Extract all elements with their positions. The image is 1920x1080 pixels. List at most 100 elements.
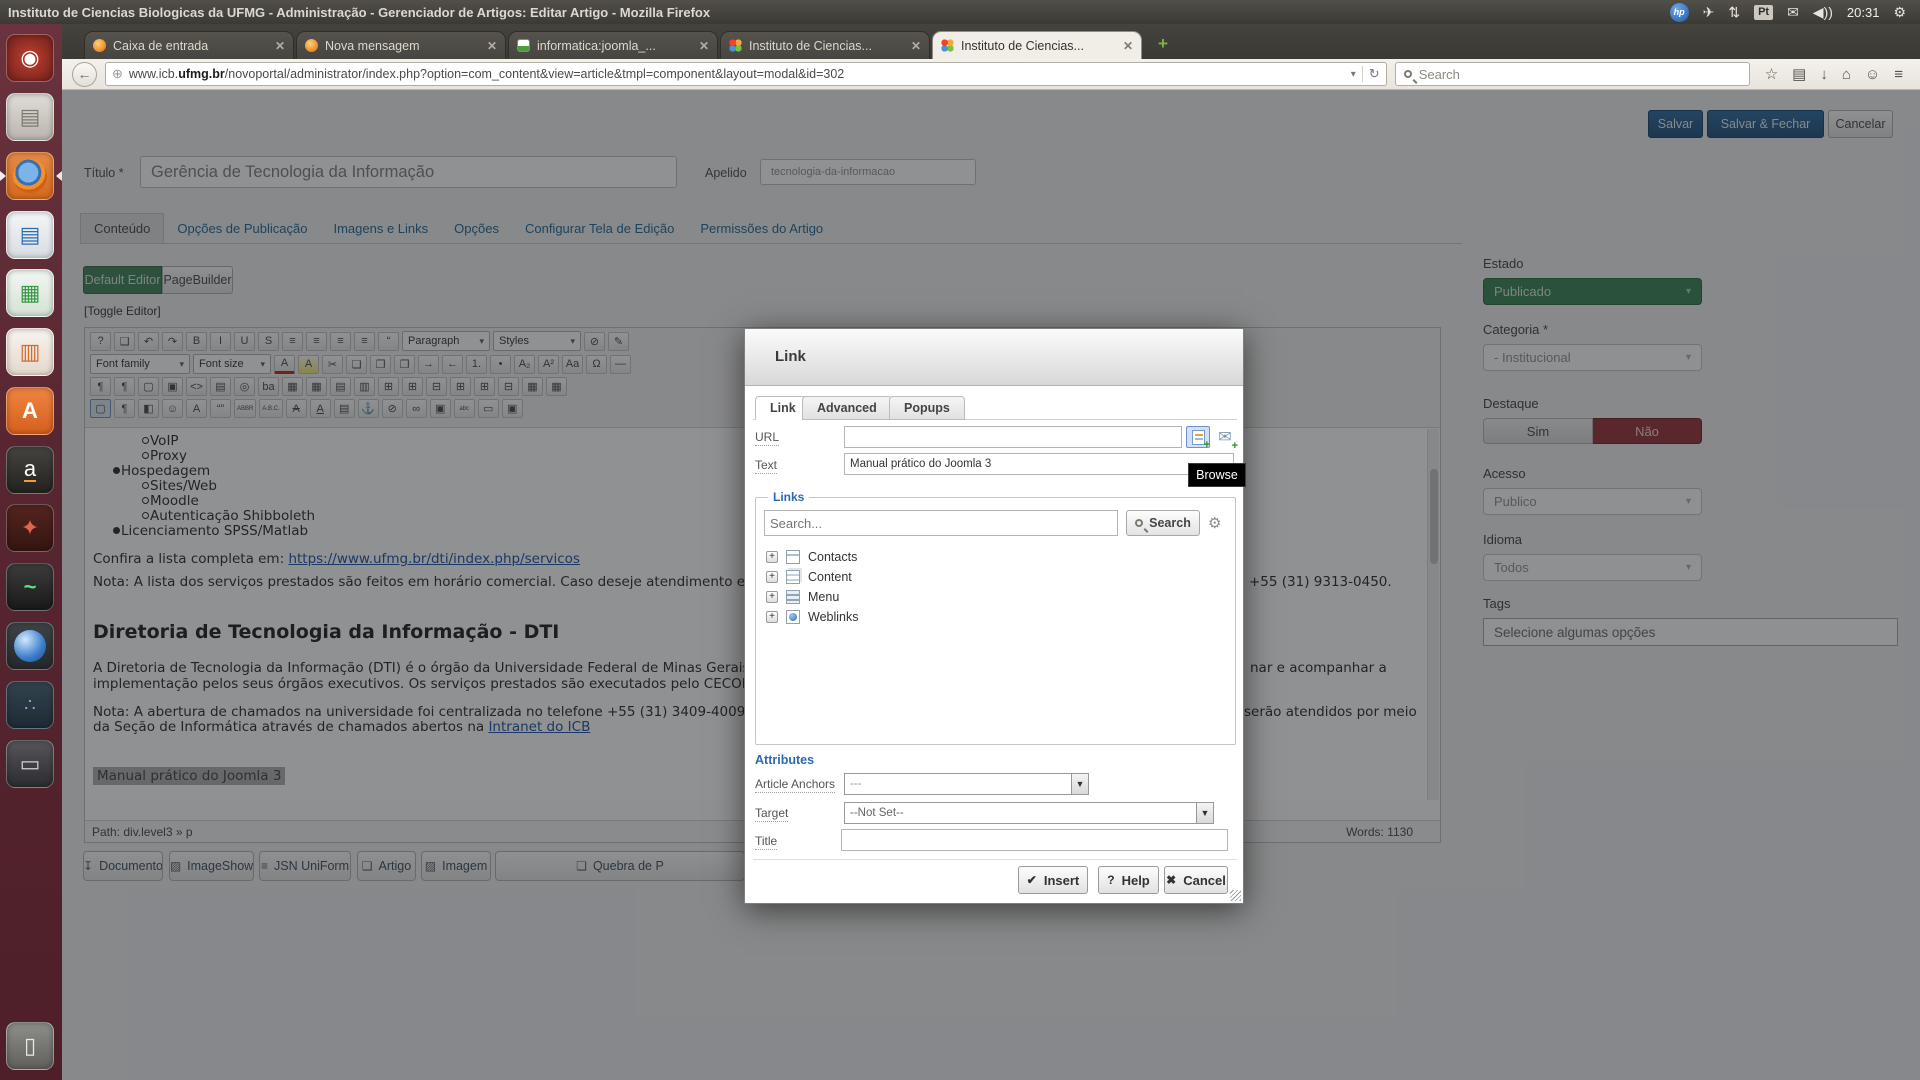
attributes-legend: Attributes — [755, 753, 814, 767]
url-text[interactable]: www.icb.ufmg.br/novoportal/administrator… — [129, 67, 1345, 81]
browser-tab-1[interactable]: Nova mensagem ✕ — [296, 31, 506, 59]
links-fieldset: Links Search ⚙ +Contacts+Content+Menu+We… — [755, 497, 1236, 745]
doc-tab-icon — [517, 39, 530, 52]
url-dropdown-icon[interactable]: ▾ — [1351, 69, 1356, 80]
close-icon[interactable]: ✕ — [911, 39, 921, 53]
dialog-cancel-button[interactable]: ✖ Cancel — [1164, 866, 1228, 894]
launcher-item-libreoffice-calc[interactable]: ▦ — [6, 269, 54, 317]
browser-tab-4[interactable]: Instituto de Ciencias... ✕ — [932, 31, 1142, 59]
bookmarks-menu-icon[interactable]: ▤ — [1785, 65, 1813, 83]
active-app-arrow — [0, 171, 6, 181]
home-icon[interactable]: ⌂ — [1835, 66, 1858, 83]
tree-item-contacts[interactable]: +Contacts — [766, 550, 857, 564]
launcher-item-libreoffice-impress[interactable]: ▥ — [6, 328, 54, 376]
insert-button[interactable]: ✔ Insert — [1018, 866, 1088, 894]
url-input[interactable] — [844, 426, 1182, 448]
launcher-item-network-tool[interactable]: ∴ — [6, 681, 54, 729]
new-tab-button[interactable]: + — [1148, 33, 1178, 57]
launcher-item-amazon[interactable]: a — [6, 446, 54, 494]
dialog-title: Link — [745, 329, 1243, 365]
launcher-item-file-manager[interactable]: ▤ — [6, 93, 54, 141]
hello-chat-icon[interactable]: ☺ — [1858, 66, 1887, 83]
hamburger-menu-icon[interactable]: ≡ — [1887, 66, 1910, 83]
back-button[interactable]: ← — [72, 62, 97, 87]
focused-app-arrow — [56, 171, 62, 181]
site-globe-icon: ⊕ — [112, 66, 123, 82]
launcher-item-software-center[interactable]: A — [6, 387, 54, 435]
launcher-item-disk-utility[interactable]: ▭ — [6, 740, 54, 788]
browse-button[interactable]: + — [1186, 426, 1210, 448]
tree-item-menu[interactable]: + Menu — [766, 590, 839, 604]
browse-document-icon — [1192, 430, 1205, 445]
url-bar[interactable]: ⊕ www.icb.ufmg.br/novoportal/administrat… — [105, 62, 1387, 86]
resize-handle[interactable] — [1230, 890, 1241, 901]
tab-title: Caixa de entrada — [113, 39, 268, 53]
email-link-button[interactable]: ✉ + — [1213, 426, 1237, 448]
title-label: Title — [755, 834, 777, 850]
tab-popups[interactable]: Popups — [889, 396, 965, 420]
mail-tab-icon — [93, 39, 106, 52]
dialog-title-input[interactable] — [841, 829, 1228, 851]
anchors-label: Article Anchors — [755, 777, 835, 793]
tab-title: Instituto de Ciencias... — [961, 39, 1116, 53]
links-search-button[interactable]: Search — [1126, 510, 1200, 536]
expand-icon[interactable]: + — [766, 551, 778, 563]
tree-item-label: Menu — [808, 590, 839, 604]
clock[interactable]: 20:31 — [1847, 5, 1880, 20]
browse-tooltip: Browse — [1188, 463, 1246, 487]
links-search-input[interactable] — [764, 510, 1118, 536]
target-select[interactable]: --Not Set-- ▼ — [844, 802, 1214, 824]
keyboard-layout-indicator[interactable]: Pt — [1754, 5, 1773, 20]
tree-item-content[interactable]: + Content — [766, 570, 852, 584]
browser-search-field[interactable]: Search — [1395, 62, 1750, 86]
launcher-item-dash-home[interactable]: ◉ — [6, 34, 54, 82]
expand-icon[interactable]: + — [766, 591, 778, 603]
anchors-select[interactable]: --- ▼ — [844, 773, 1089, 795]
tab-title: informatica:joomla_... — [537, 39, 692, 53]
tree-item-label: Weblinks — [808, 610, 858, 624]
help-button[interactable]: ? Help — [1098, 866, 1159, 894]
bookmark-star-icon[interactable]: ☆ — [1758, 65, 1785, 83]
search-icon — [1404, 70, 1412, 78]
mail-tab-icon — [305, 39, 318, 52]
tab-title: Nova mensagem — [325, 39, 480, 53]
launcher-item-trash[interactable]: ▯ — [6, 1022, 54, 1070]
launcher-item-system-monitor[interactable]: ~ — [6, 563, 54, 611]
expand-icon[interactable]: + — [766, 571, 778, 583]
unity-launcher: ◉ ▤ ▤ ▦ ▥ Aa ✦ ~ ∴ ▭ ▯ — [0, 24, 62, 1080]
close-icon[interactable]: ✕ — [487, 39, 497, 53]
downloads-icon[interactable]: ↓ — [1813, 66, 1835, 83]
tab-strip: Caixa de entrada✕Nova mensagem✕informati… — [62, 24, 1920, 59]
session-gear-icon[interactable]: ⚙ — [1893, 0, 1906, 24]
reload-icon[interactable]: ↻ — [1362, 66, 1380, 82]
browser-tab-2[interactable]: informatica:joomla_... ✕ — [508, 31, 718, 59]
system-tray: hp ✈ ⇅ Pt ✉ ◀)) 20:31 ⚙ — [1670, 0, 1920, 24]
navigation-bar: ← ⊕ www.icb.ufmg.br/novoportal/administr… — [62, 59, 1920, 90]
window-title: Instituto de Ciencias Biologicas da UFMG… — [0, 5, 710, 20]
launcher-item-utility-red[interactable]: ✦ — [6, 504, 54, 552]
tab-advanced[interactable]: Advanced — [802, 396, 892, 420]
browser-tab-0[interactable]: Caixa de entrada ✕ — [84, 31, 294, 59]
close-icon[interactable]: ✕ — [699, 39, 709, 53]
target-label: Target — [755, 806, 788, 822]
launcher-item-blue-sphere-app[interactable] — [6, 622, 54, 670]
tree-item-weblinks[interactable]: + Weblinks — [766, 610, 858, 624]
gear-icon[interactable]: ⚙ — [1208, 514, 1221, 532]
url-label: URL — [755, 430, 779, 446]
launcher-item-firefox[interactable] — [6, 152, 54, 200]
x-icon: ✖ — [1166, 873, 1176, 887]
close-icon[interactable]: ✕ — [1123, 39, 1133, 53]
text-input[interactable] — [844, 453, 1234, 475]
launcher-item-libreoffice-writer[interactable]: ▤ — [6, 211, 54, 259]
volume-indicator-icon[interactable]: ◀)) — [1813, 0, 1833, 24]
dialog-header[interactable]: Link — [745, 329, 1243, 386]
tree-item-label: Content — [808, 570, 852, 584]
close-icon[interactable]: ✕ — [275, 39, 285, 53]
mail-indicator-icon[interactable]: ✉ — [1787, 0, 1799, 24]
indicator-bird-icon[interactable]: ✈ — [1703, 0, 1715, 24]
expand-icon[interactable]: + — [766, 611, 778, 623]
browser-tab-3[interactable]: Instituto de Ciencias...✕ — [720, 31, 930, 59]
amazon-icon: a — [24, 458, 36, 482]
hp-logo-icon[interactable]: hp — [1670, 3, 1689, 22]
sync-arrows-icon[interactable]: ⇅ — [1728, 0, 1740, 24]
